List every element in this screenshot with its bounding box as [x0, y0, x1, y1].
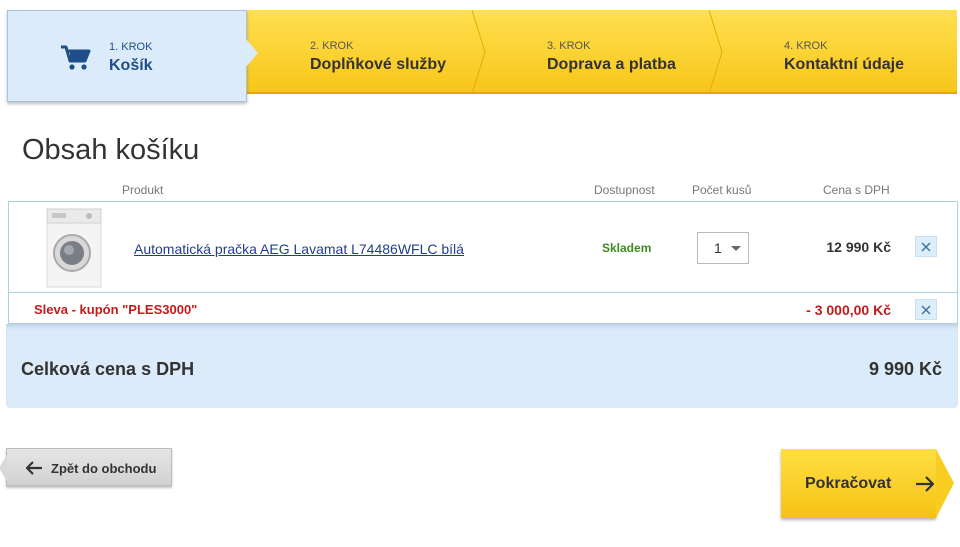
continue-button[interactable]: Pokračovat — [781, 449, 954, 518]
availability-status: Skladem — [602, 241, 652, 255]
quantity-select[interactable]: 1 — [697, 232, 749, 264]
column-header-quantity: Počet kusů — [692, 183, 752, 197]
discount-row: Sleva - kupón "PLES3000" - 3 000,00 Kč — [9, 294, 957, 324]
item-price: 12 990 Kč — [826, 239, 891, 255]
close-icon — [921, 242, 931, 252]
back-to-shop-button[interactable]: Zpět do obchodu — [0, 448, 172, 486]
product-name-link[interactable]: Automatická pračka AEG Lavamat L74486WFL… — [134, 241, 464, 257]
column-header-price: Cena s DPH — [823, 183, 890, 197]
discount-amount: - 3 000,00 Kč — [806, 302, 891, 318]
discount-label: Sleva - kupón "PLES3000" — [34, 302, 198, 317]
chevron-down-icon — [731, 246, 741, 251]
step-number: 3. KROK — [547, 40, 591, 52]
step-separator — [709, 10, 723, 94]
step-number: 4. KROK — [784, 40, 828, 52]
cart-icon — [61, 45, 91, 70]
step-cart[interactable]: 1. KROK Košík — [7, 10, 258, 102]
step-title: Doprava a platba — [547, 56, 676, 73]
step-contact-details[interactable]: 4. KROK Kontaktní údaje — [719, 10, 957, 94]
step-title: Košík — [109, 57, 153, 74]
step-shipping-payment[interactable]: 3. KROK Doprava a platba — [482, 10, 723, 94]
step-number: 2. KROK — [310, 40, 354, 52]
step-separator — [472, 10, 486, 94]
arrow-left-icon — [25, 461, 42, 475]
page-title: Obsah košíku — [22, 134, 200, 166]
step-title: Doplňkové služby — [310, 56, 447, 73]
arrow-right-icon — [916, 476, 935, 492]
step-additional-services[interactable]: 2. KROK Doplňkové služby — [245, 10, 486, 94]
checkout-steps: 1. KROK Košík 2. KROK Doplňkové služby 3… — [7, 10, 957, 102]
remove-item-button[interactable] — [915, 236, 937, 257]
step-title: Kontaktní údaje — [784, 56, 905, 73]
total-summary: Celková cena s DPH 9 990 Kč — [6, 324, 958, 408]
product-thumbnail[interactable] — [43, 208, 105, 288]
back-button-label: Zpět do obchodu — [51, 461, 157, 476]
quantity-value: 1 — [714, 240, 722, 256]
column-header-availability: Dostupnost — [594, 183, 655, 197]
total-value: 9 990 Kč — [868, 359, 942, 379]
close-icon — [921, 305, 931, 315]
cart-item-row: Automatická pračka AEG Lavamat L74486WFL… — [9, 202, 957, 293]
cart-table: Automatická pračka AEG Lavamat L74486WFL… — [8, 201, 958, 324]
step-number: 1. KROK — [109, 41, 153, 53]
remove-coupon-button[interactable] — [915, 299, 937, 320]
continue-button-label: Pokračovat — [805, 475, 892, 492]
total-label: Celková cena s DPH — [21, 359, 195, 379]
column-header-product: Produkt — [122, 183, 164, 197]
